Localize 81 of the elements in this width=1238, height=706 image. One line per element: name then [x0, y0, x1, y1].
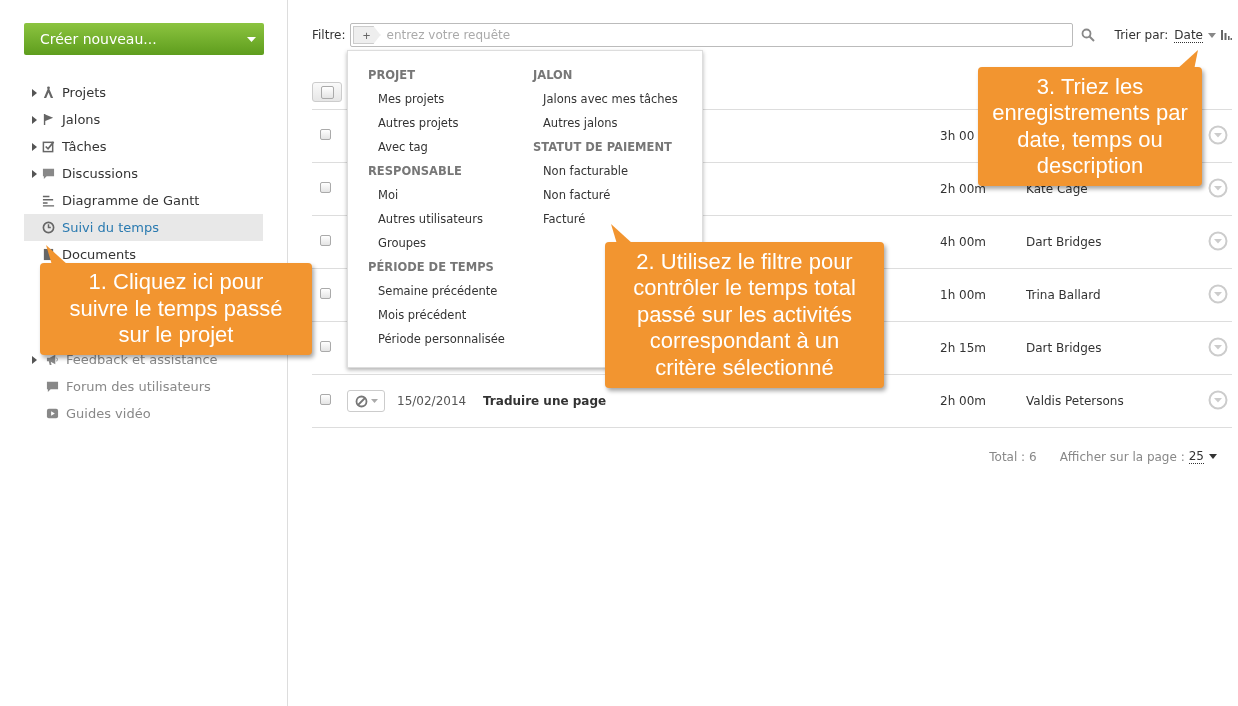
nav-item[interactable]: Jalons [24, 106, 263, 133]
date-cell: 15/02/2014 [397, 394, 467, 408]
menu-item[interactable]: Non facturable [533, 159, 698, 183]
task-title[interactable]: Traduire une page [483, 394, 607, 408]
per-page-label: Afficher sur la page : [1059, 449, 1185, 464]
add-filter-button[interactable]: + [352, 26, 381, 44]
sort-dropdown[interactable]: Date [1174, 27, 1203, 43]
user-cell: Trina Ballard [1026, 288, 1101, 302]
filter-label: Filtre: [312, 28, 346, 42]
time-cell: 2h 15m [940, 341, 986, 355]
checkbox-icon [42, 140, 55, 153]
search-icon[interactable] [1080, 28, 1095, 42]
row-checkbox[interactable] [320, 394, 331, 405]
time-cell: 2h 00m [940, 394, 986, 408]
expand-arrow-icon[interactable] [32, 88, 37, 97]
menu-item[interactable]: Jalons avec mes tâches [533, 87, 698, 111]
speech-bubble-icon [42, 167, 55, 180]
video-icon [46, 407, 59, 420]
help-link[interactable]: Forum des utilisateurs [24, 373, 263, 400]
row-menu-icon[interactable] [1208, 177, 1228, 198]
ban-icon [354, 394, 368, 408]
callout-pointer [1176, 50, 1198, 70]
menu-heading: RESPONSABLE [368, 163, 463, 180]
total-count: Total : 6 [989, 449, 1037, 464]
select-all-button[interactable] [312, 82, 342, 102]
status-button[interactable] [347, 390, 385, 412]
menu-item[interactable]: Groupes [368, 231, 533, 255]
filter-field[interactable]: + entrez votre requête [349, 23, 1073, 47]
clock-icon [42, 221, 55, 234]
row-checkbox[interactable] [320, 129, 331, 140]
help-link[interactable]: Guides vidéo [24, 400, 263, 427]
menu-item[interactable]: Autres projets [368, 111, 533, 135]
expand-arrow-icon[interactable] [32, 115, 37, 124]
row-checkbox[interactable] [320, 235, 331, 246]
menu-item[interactable]: Autres jalons [533, 111, 698, 135]
row-menu-icon[interactable] [1208, 389, 1228, 410]
user-cell: Dart Bridges [1026, 235, 1102, 249]
time-cell: 3h 00 [940, 129, 975, 143]
menu-item[interactable]: Autres utilisateurs [368, 207, 533, 231]
row-checkbox[interactable] [320, 341, 331, 352]
menu-item[interactable]: Avec tag [368, 135, 533, 159]
menu-heading: PÉRIODE DE TEMPS [368, 258, 495, 276]
speech-bubble-icon [46, 380, 59, 393]
menu-item[interactable]: Mois précédent [368, 303, 533, 327]
caret-icon[interactable] [1209, 454, 1217, 459]
compass-icon [42, 86, 55, 99]
menu-item[interactable]: Période personnalisée [368, 327, 533, 351]
per-page-dropdown[interactable]: 25 [1188, 449, 1204, 464]
nav-item[interactable]: Projets [24, 79, 263, 106]
sort-label: Trier par: [1114, 28, 1169, 42]
row-menu-icon[interactable] [1208, 283, 1228, 304]
row-menu-icon[interactable] [1208, 230, 1228, 251]
expand-arrow-icon[interactable] [32, 355, 37, 364]
caret-icon [370, 399, 378, 403]
row-menu-icon[interactable] [1208, 336, 1228, 357]
user-cell: Valdis Petersons [1026, 394, 1124, 408]
row-checkbox[interactable] [320, 288, 331, 299]
gantt-icon [42, 194, 55, 207]
menu-heading: STATUT DE PAIEMENT [533, 139, 673, 156]
nav-item[interactable]: Suivi du temps [24, 214, 263, 241]
time-cell: 4h 00m [940, 235, 986, 249]
user-cell: Dart Bridges [1026, 341, 1102, 355]
row-checkbox[interactable] [320, 182, 331, 193]
nav-item[interactable]: Tâches [24, 133, 263, 160]
menu-heading: PROJET [368, 67, 417, 84]
nav-item[interactable]: Discussions [24, 160, 263, 187]
menu-heading: JALON [533, 67, 574, 84]
row-menu-icon[interactable] [1208, 124, 1228, 145]
time-cell: 1h 00m [940, 288, 986, 302]
menu-item[interactable]: Facturé [533, 207, 698, 231]
menu-item[interactable]: Mes projets [368, 87, 533, 111]
menu-item[interactable]: Non facturé [533, 183, 698, 207]
expand-arrow-icon[interactable] [32, 169, 37, 178]
callout-pointer [611, 224, 633, 244]
menu-item[interactable]: Moi [368, 183, 533, 207]
expand-arrow-icon[interactable] [32, 142, 37, 151]
flag-icon [42, 113, 55, 126]
megaphone-icon [46, 353, 59, 366]
sort-order-icon[interactable] [1221, 30, 1232, 40]
menu-item[interactable]: Semaine précédente [368, 279, 533, 303]
nav-item[interactable]: Diagramme de Gantt [24, 187, 263, 214]
